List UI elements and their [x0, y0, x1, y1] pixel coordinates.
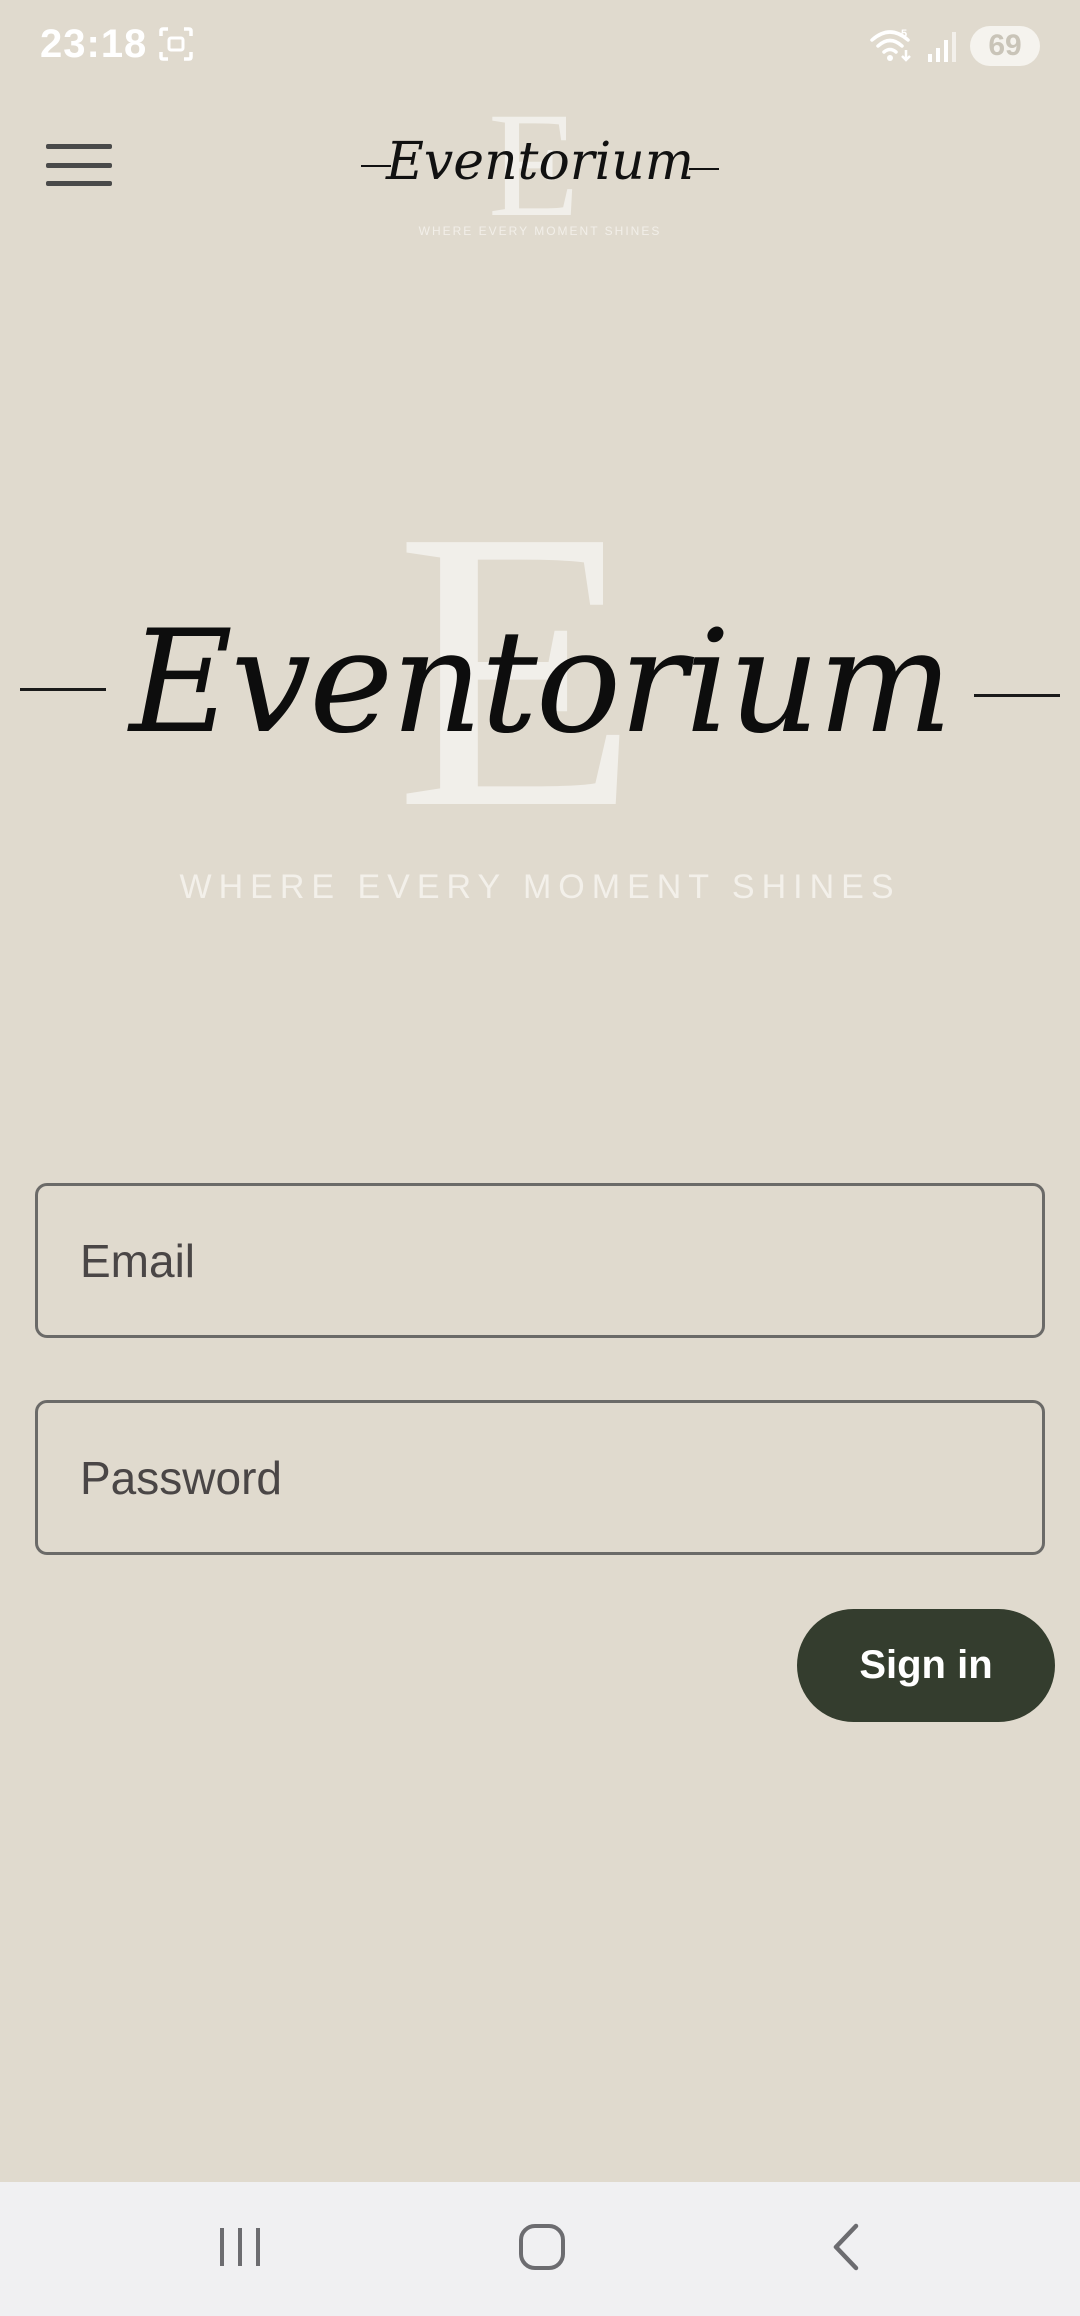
hero-wordmark: Eventorium	[129, 600, 952, 765]
hamburger-menu-icon[interactable]	[40, 136, 118, 194]
system-nav-bar	[0, 2182, 1080, 2316]
back-icon[interactable]	[806, 2212, 886, 2282]
status-icons: 5 69	[868, 24, 1040, 68]
app-header: E Eventorium WHERE EVERY MOMENT SHINES	[0, 90, 1080, 260]
recent-apps-icon[interactable]	[200, 2212, 280, 2282]
password-input[interactable]	[38, 1403, 1042, 1552]
header-logo: E Eventorium WHERE EVERY MOMENT SHINES	[340, 90, 740, 250]
battery-icon: 69	[970, 26, 1040, 66]
home-icon[interactable]	[502, 2212, 582, 2282]
svg-text:5: 5	[901, 28, 907, 40]
signal-icon	[928, 32, 956, 62]
hero-logo: E Eventorium WHERE EVERY MOMENT SHINES	[0, 470, 1080, 920]
hero-rule-right	[974, 694, 1060, 697]
logo-rule-right	[689, 168, 719, 170]
logo-tagline: WHERE EVERY MOMENT SHINES	[418, 224, 662, 238]
wifi-icon: 5	[870, 28, 911, 62]
email-field[interactable]	[35, 1183, 1045, 1338]
battery-level: 69	[988, 29, 1022, 62]
sign-in-button[interactable]: Sign in	[797, 1609, 1055, 1722]
status-bar: 23:18 5 69	[0, 0, 1080, 90]
hero-tagline: WHERE EVERY MOMENT SHINES	[179, 868, 901, 906]
screenshot-icon	[159, 27, 193, 61]
email-input[interactable]	[38, 1186, 1042, 1335]
logo-wordmark: Eventorium	[385, 132, 695, 192]
status-time: 23:18	[40, 22, 148, 66]
password-field[interactable]	[35, 1400, 1045, 1555]
